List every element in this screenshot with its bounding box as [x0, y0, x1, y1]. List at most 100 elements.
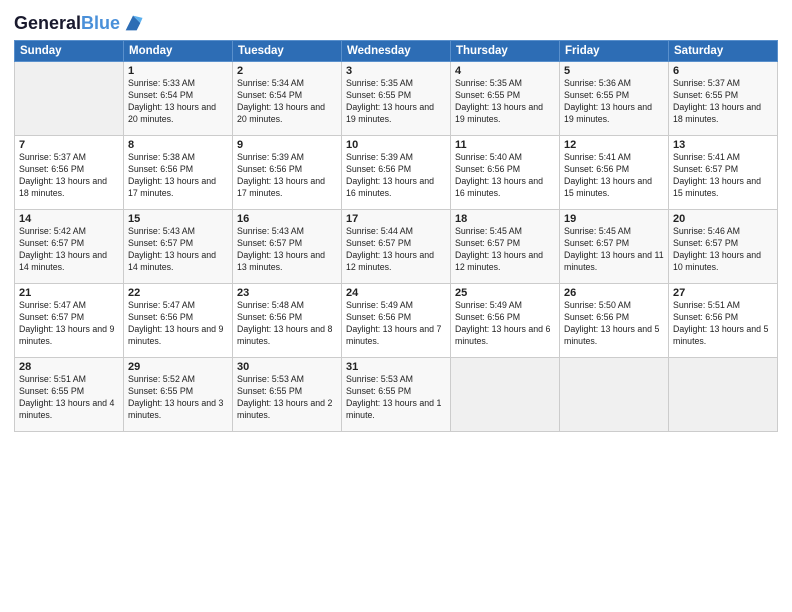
calendar-table: SundayMondayTuesdayWednesdayThursdayFrid… — [14, 40, 778, 432]
cell-sunrise: Sunrise: 5:38 AMSunset: 6:56 PMDaylight:… — [128, 152, 216, 198]
day-number: 16 — [237, 213, 337, 225]
calendar-cell: 2Sunrise: 5:34 AMSunset: 6:54 PMDaylight… — [233, 62, 342, 136]
cell-sunrise: Sunrise: 5:35 AMSunset: 6:55 PMDaylight:… — [455, 78, 543, 124]
day-number: 5 — [564, 65, 664, 77]
day-number: 15 — [128, 213, 228, 225]
calendar-cell: 8Sunrise: 5:38 AMSunset: 6:56 PMDaylight… — [124, 136, 233, 210]
header: GeneralBlue — [14, 10, 778, 34]
calendar-cell: 15Sunrise: 5:43 AMSunset: 6:57 PMDayligh… — [124, 210, 233, 284]
cell-sunrise: Sunrise: 5:50 AMSunset: 6:56 PMDaylight:… — [564, 300, 659, 346]
cell-sunrise: Sunrise: 5:39 AMSunset: 6:56 PMDaylight:… — [346, 152, 434, 198]
day-number: 20 — [673, 213, 773, 225]
day-number: 27 — [673, 287, 773, 299]
day-number: 6 — [673, 65, 773, 77]
day-number: 8 — [128, 139, 228, 151]
logo: GeneralBlue — [14, 14, 144, 34]
cell-sunrise: Sunrise: 5:51 AMSunset: 6:56 PMDaylight:… — [673, 300, 768, 346]
page-container: GeneralBlue SundayMondayTuesdayWednesday… — [0, 0, 792, 442]
cell-sunrise: Sunrise: 5:41 AMSunset: 6:57 PMDaylight:… — [673, 152, 761, 198]
cell-sunrise: Sunrise: 5:52 AMSunset: 6:55 PMDaylight:… — [128, 374, 223, 420]
day-number: 26 — [564, 287, 664, 299]
day-header-saturday: Saturday — [669, 41, 778, 62]
cell-sunrise: Sunrise: 5:53 AMSunset: 6:55 PMDaylight:… — [346, 374, 441, 420]
cell-sunrise: Sunrise: 5:53 AMSunset: 6:55 PMDaylight:… — [237, 374, 332, 420]
day-number: 28 — [19, 361, 119, 373]
calendar-cell: 24Sunrise: 5:49 AMSunset: 6:56 PMDayligh… — [342, 284, 451, 358]
day-number: 4 — [455, 65, 555, 77]
day-number: 29 — [128, 361, 228, 373]
calendar-cell: 25Sunrise: 5:49 AMSunset: 6:56 PMDayligh… — [451, 284, 560, 358]
cell-sunrise: Sunrise: 5:45 AMSunset: 6:57 PMDaylight:… — [564, 226, 664, 272]
day-number: 7 — [19, 139, 119, 151]
calendar-week-row: 21Sunrise: 5:47 AMSunset: 6:57 PMDayligh… — [15, 284, 778, 358]
calendar-cell: 28Sunrise: 5:51 AMSunset: 6:55 PMDayligh… — [15, 358, 124, 432]
calendar-cell: 4Sunrise: 5:35 AMSunset: 6:55 PMDaylight… — [451, 62, 560, 136]
cell-sunrise: Sunrise: 5:46 AMSunset: 6:57 PMDaylight:… — [673, 226, 761, 272]
calendar-cell: 22Sunrise: 5:47 AMSunset: 6:56 PMDayligh… — [124, 284, 233, 358]
day-number: 17 — [346, 213, 446, 225]
calendar-cell — [560, 358, 669, 432]
cell-sunrise: Sunrise: 5:44 AMSunset: 6:57 PMDaylight:… — [346, 226, 434, 272]
calendar-cell: 11Sunrise: 5:40 AMSunset: 6:56 PMDayligh… — [451, 136, 560, 210]
logo-text: GeneralBlue — [14, 14, 120, 34]
calendar-cell: 21Sunrise: 5:47 AMSunset: 6:57 PMDayligh… — [15, 284, 124, 358]
calendar-cell: 31Sunrise: 5:53 AMSunset: 6:55 PMDayligh… — [342, 358, 451, 432]
calendar-cell: 20Sunrise: 5:46 AMSunset: 6:57 PMDayligh… — [669, 210, 778, 284]
calendar-header-row: SundayMondayTuesdayWednesdayThursdayFrid… — [15, 41, 778, 62]
calendar-cell: 30Sunrise: 5:53 AMSunset: 6:55 PMDayligh… — [233, 358, 342, 432]
day-number: 31 — [346, 361, 446, 373]
day-number: 19 — [564, 213, 664, 225]
cell-sunrise: Sunrise: 5:43 AMSunset: 6:57 PMDaylight:… — [128, 226, 216, 272]
day-number: 13 — [673, 139, 773, 151]
calendar-body: 1Sunrise: 5:33 AMSunset: 6:54 PMDaylight… — [15, 62, 778, 432]
cell-sunrise: Sunrise: 5:39 AMSunset: 6:56 PMDaylight:… — [237, 152, 325, 198]
calendar-cell: 29Sunrise: 5:52 AMSunset: 6:55 PMDayligh… — [124, 358, 233, 432]
calendar-cell — [451, 358, 560, 432]
day-number: 23 — [237, 287, 337, 299]
day-number: 1 — [128, 65, 228, 77]
day-number: 11 — [455, 139, 555, 151]
day-number: 10 — [346, 139, 446, 151]
cell-sunrise: Sunrise: 5:51 AMSunset: 6:55 PMDaylight:… — [19, 374, 114, 420]
day-header-tuesday: Tuesday — [233, 41, 342, 62]
cell-sunrise: Sunrise: 5:49 AMSunset: 6:56 PMDaylight:… — [455, 300, 550, 346]
cell-sunrise: Sunrise: 5:45 AMSunset: 6:57 PMDaylight:… — [455, 226, 543, 272]
calendar-cell: 3Sunrise: 5:35 AMSunset: 6:55 PMDaylight… — [342, 62, 451, 136]
cell-sunrise: Sunrise: 5:49 AMSunset: 6:56 PMDaylight:… — [346, 300, 441, 346]
day-number: 14 — [19, 213, 119, 225]
calendar-cell: 10Sunrise: 5:39 AMSunset: 6:56 PMDayligh… — [342, 136, 451, 210]
cell-sunrise: Sunrise: 5:42 AMSunset: 6:57 PMDaylight:… — [19, 226, 107, 272]
calendar-cell — [669, 358, 778, 432]
calendar-cell — [15, 62, 124, 136]
cell-sunrise: Sunrise: 5:47 AMSunset: 6:56 PMDaylight:… — [128, 300, 223, 346]
day-number: 21 — [19, 287, 119, 299]
calendar-week-row: 14Sunrise: 5:42 AMSunset: 6:57 PMDayligh… — [15, 210, 778, 284]
calendar-week-row: 28Sunrise: 5:51 AMSunset: 6:55 PMDayligh… — [15, 358, 778, 432]
logo-icon — [122, 12, 144, 34]
day-header-wednesday: Wednesday — [342, 41, 451, 62]
calendar-cell: 12Sunrise: 5:41 AMSunset: 6:56 PMDayligh… — [560, 136, 669, 210]
day-number: 25 — [455, 287, 555, 299]
cell-sunrise: Sunrise: 5:48 AMSunset: 6:56 PMDaylight:… — [237, 300, 332, 346]
calendar-cell: 23Sunrise: 5:48 AMSunset: 6:56 PMDayligh… — [233, 284, 342, 358]
day-header-sunday: Sunday — [15, 41, 124, 62]
calendar-cell: 18Sunrise: 5:45 AMSunset: 6:57 PMDayligh… — [451, 210, 560, 284]
cell-sunrise: Sunrise: 5:43 AMSunset: 6:57 PMDaylight:… — [237, 226, 325, 272]
day-number: 3 — [346, 65, 446, 77]
cell-sunrise: Sunrise: 5:41 AMSunset: 6:56 PMDaylight:… — [564, 152, 652, 198]
cell-sunrise: Sunrise: 5:37 AMSunset: 6:55 PMDaylight:… — [673, 78, 761, 124]
calendar-cell: 16Sunrise: 5:43 AMSunset: 6:57 PMDayligh… — [233, 210, 342, 284]
day-number: 12 — [564, 139, 664, 151]
calendar-cell: 27Sunrise: 5:51 AMSunset: 6:56 PMDayligh… — [669, 284, 778, 358]
calendar-cell: 14Sunrise: 5:42 AMSunset: 6:57 PMDayligh… — [15, 210, 124, 284]
calendar-week-row: 1Sunrise: 5:33 AMSunset: 6:54 PMDaylight… — [15, 62, 778, 136]
cell-sunrise: Sunrise: 5:35 AMSunset: 6:55 PMDaylight:… — [346, 78, 434, 124]
calendar-cell: 5Sunrise: 5:36 AMSunset: 6:55 PMDaylight… — [560, 62, 669, 136]
cell-sunrise: Sunrise: 5:34 AMSunset: 6:54 PMDaylight:… — [237, 78, 325, 124]
day-number: 30 — [237, 361, 337, 373]
day-header-monday: Monday — [124, 41, 233, 62]
day-number: 9 — [237, 139, 337, 151]
cell-sunrise: Sunrise: 5:40 AMSunset: 6:56 PMDaylight:… — [455, 152, 543, 198]
calendar-cell: 9Sunrise: 5:39 AMSunset: 6:56 PMDaylight… — [233, 136, 342, 210]
calendar-cell: 26Sunrise: 5:50 AMSunset: 6:56 PMDayligh… — [560, 284, 669, 358]
